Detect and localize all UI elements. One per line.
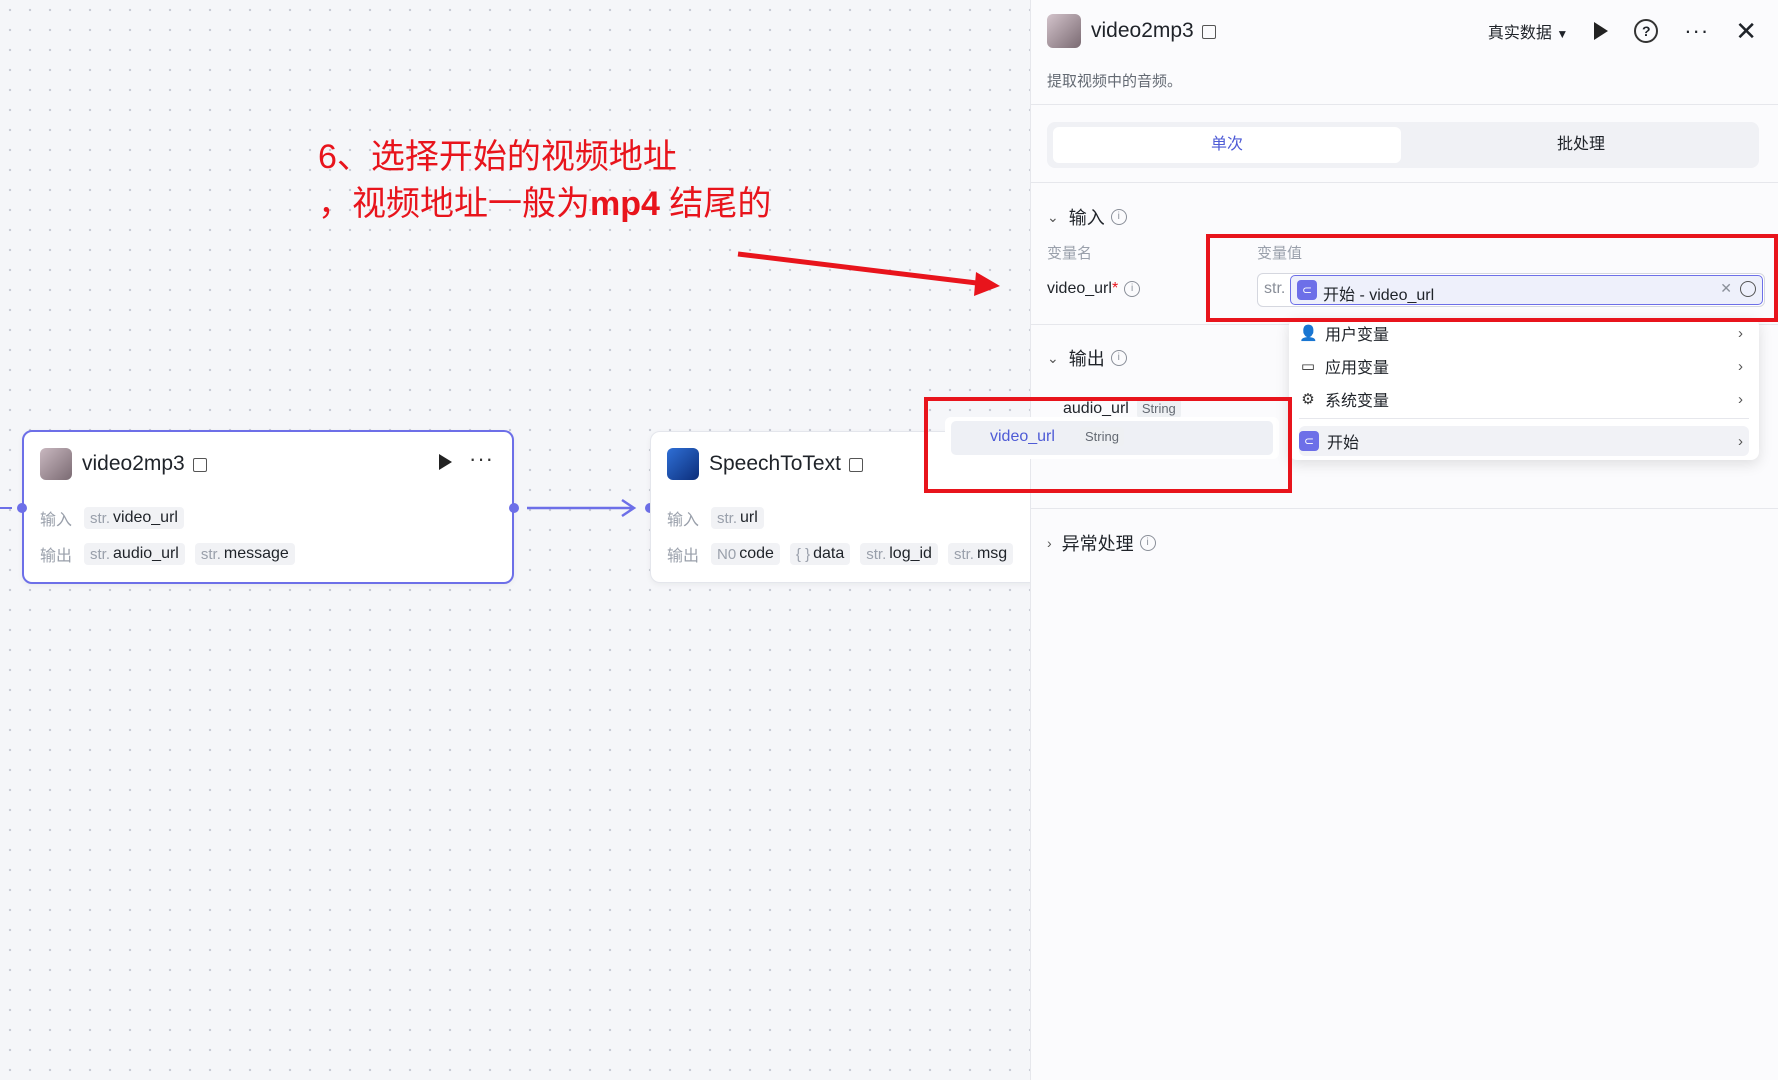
- menu-item-user-vars[interactable]: 👤 用户变量 ›: [1299, 318, 1749, 348]
- node-config-panel: video2mp3 真实数据 ▼ ? ··· ✕ 提取视频中的音频。 单次 批处…: [1030, 0, 1778, 1080]
- exception-section-header[interactable]: › 异常处理 i: [1047, 530, 1156, 556]
- col-var-name: 变量名: [1047, 245, 1093, 262]
- panel-title: video2mp3: [1091, 19, 1194, 42]
- plugin-icon: [1201, 25, 1216, 39]
- node-outputs: 输出 N0 code { } data str. log_id str. msg: [667, 542, 1023, 566]
- highlight-box-value: [1206, 234, 1778, 322]
- divider: [1031, 104, 1778, 105]
- output-tag: N0 code: [711, 543, 780, 565]
- input-tag: str. url: [711, 507, 764, 529]
- menu-item-start[interactable]: ⊂ 开始 ›: [1299, 426, 1749, 456]
- output-section-header[interactable]: ⌄ 输出 i: [1047, 345, 1127, 371]
- mic-icon: [667, 448, 699, 480]
- data-mode-select[interactable]: 真实数据 ▼: [1488, 19, 1568, 43]
- tutorial-annotation: 6、选择开始的视频地址 ，视频地址一般为mp4 结尾的: [318, 134, 771, 228]
- edge-arrowhead: [621, 498, 637, 518]
- chevron-right-icon: ›: [1738, 357, 1743, 375]
- output-tag: str. msg: [947, 543, 1014, 565]
- chevron-right-icon: ›: [1738, 390, 1743, 408]
- folder-icon: ▭: [1300, 358, 1316, 375]
- highlight-box-submenu: [924, 397, 1292, 493]
- variable-picker-dropdown: 👤 用户变量 › ▭ 应用变量 › ⚙ 系统变量 › ⊂ 开始 ›: [1289, 318, 1759, 460]
- user-icon: 👤: [1299, 325, 1318, 342]
- var-name-label: video_url * i: [1047, 280, 1141, 298]
- chevron-right-icon: ›: [1047, 535, 1052, 551]
- start-node-icon: ⊂: [1299, 431, 1319, 451]
- chevron-right-icon: ›: [1738, 432, 1743, 450]
- divider: [1031, 182, 1778, 183]
- panel-subtitle: 提取视频中的音频。: [1047, 73, 1183, 90]
- chevron-right-icon: ›: [1738, 324, 1743, 342]
- chevron-down-icon: ⌄: [1047, 208, 1059, 225]
- workflow-canvas[interactable]: 6、选择开始的视频地址 ，视频地址一般为mp4 结尾的 video2mp3 ··…: [0, 0, 1052, 1080]
- avatar: [1047, 14, 1081, 48]
- output-tag: str. message: [194, 543, 295, 565]
- info-icon: i: [1124, 281, 1141, 297]
- input-section-header[interactable]: ⌄ 输入 i: [1047, 204, 1127, 230]
- plugin-icon: [848, 458, 863, 472]
- more-icon[interactable]: ···: [469, 446, 494, 472]
- annotation-line-1: 6、选择开始的视频地址: [318, 138, 677, 176]
- input-tag: str. video_url: [84, 507, 184, 529]
- node-video2mp3[interactable]: video2mp3 ··· 输入 str. video_url 输出 str. au…: [22, 430, 514, 584]
- annotation-arrow: [737, 251, 986, 287]
- run-node-button[interactable]: [439, 454, 452, 470]
- plugin-icon: [192, 458, 207, 472]
- output-tag: str. audio_url: [84, 543, 185, 565]
- run-button[interactable]: [1594, 22, 1609, 40]
- divider: [1031, 508, 1778, 509]
- node-title: SpeechToText: [709, 452, 841, 475]
- caret-down-icon: ▼: [1556, 27, 1569, 41]
- output-port[interactable]: [509, 503, 519, 513]
- output-tag: str. log_id: [860, 543, 938, 565]
- tab-single[interactable]: 单次: [1053, 127, 1401, 163]
- input-port[interactable]: [17, 503, 27, 513]
- info-icon: i: [1110, 209, 1127, 225]
- info-icon: i: [1110, 350, 1127, 366]
- node-outputs: 输出 str. audio_url str. message: [40, 542, 305, 566]
- node-inputs: 输入 str. url: [667, 506, 774, 530]
- annotation-arrowhead: [974, 272, 1000, 296]
- info-icon: i: [1139, 535, 1156, 551]
- close-icon[interactable]: ✕: [1735, 18, 1757, 44]
- avatar: [40, 448, 72, 480]
- help-icon[interactable]: ?: [1634, 19, 1659, 43]
- chevron-down-icon: ⌄: [1047, 349, 1059, 366]
- divider: [1299, 418, 1749, 419]
- menu-item-app-vars[interactable]: ▭ 应用变量 ›: [1299, 351, 1749, 381]
- output-tag: { } data: [789, 543, 851, 565]
- menu-item-system-vars[interactable]: ⚙ 系统变量 ›: [1299, 384, 1749, 414]
- node-inputs: 输入 str. video_url: [40, 506, 194, 530]
- more-icon[interactable]: ···: [1684, 18, 1709, 44]
- tab-batch[interactable]: 批处理: [1407, 127, 1755, 163]
- run-mode-tabs: 单次 批处理: [1047, 122, 1759, 168]
- gear-icon: ⚙: [1301, 391, 1315, 408]
- node-title: video2mp3: [82, 452, 185, 475]
- annotation-line-2: ，视频地址一般为mp4 结尾的: [318, 185, 772, 223]
